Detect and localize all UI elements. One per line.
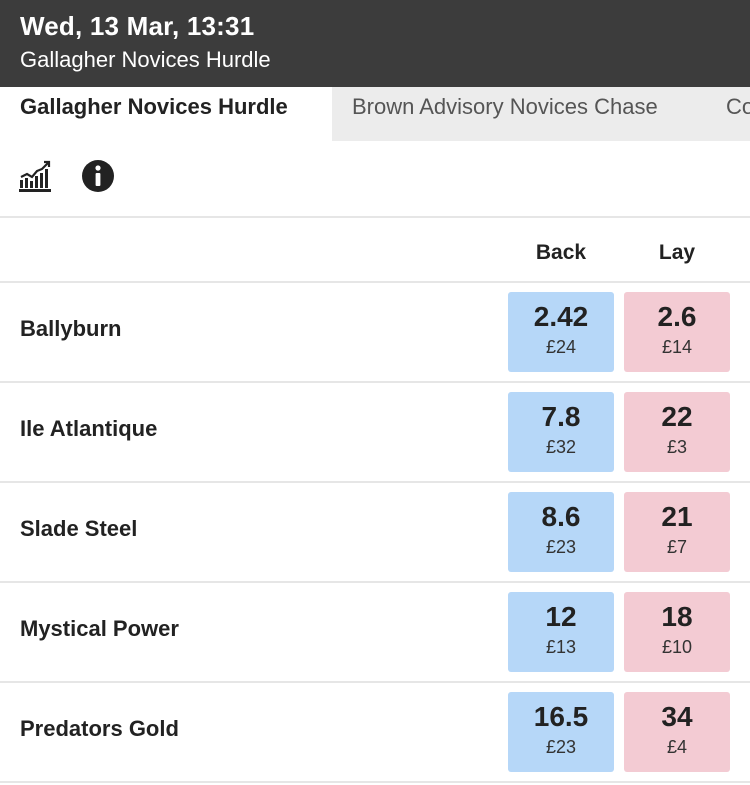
runner-row: Slade Steel 8.6 £23 21 £7 — [0, 483, 750, 583]
tab-gallagher-novices-hurdle[interactable]: Gallagher Novices Hurdle — [0, 87, 332, 141]
lay-odds-button[interactable]: 18 £10 — [624, 592, 730, 672]
runner-row: Mystical Power 12 £13 18 £10 — [0, 583, 750, 683]
event-race-name: Gallagher Novices Hurdle — [20, 47, 271, 72]
lay-odds-button[interactable]: 22 £3 — [624, 392, 730, 472]
lay-stake: £14 — [661, 337, 693, 357]
back-stake: £23 — [545, 737, 577, 757]
runner-name: Ile Atlantique — [20, 416, 158, 441]
lay-stake: £4 — [666, 737, 688, 757]
back-odds: 2.42 — [533, 301, 589, 332]
back-odds: 16.5 — [533, 701, 589, 732]
runner-name: Ballyburn — [20, 316, 122, 341]
runner-name: Mystical Power — [20, 616, 179, 641]
event-datetime: Wed, 13 Mar, 13:31 — [20, 11, 255, 41]
info-icon[interactable] — [80, 158, 116, 194]
lay-odds: 2.6 — [657, 301, 697, 332]
lay-stake: £10 — [661, 637, 693, 657]
runner-name: Predators Gold — [20, 716, 179, 741]
back-odds-button[interactable]: 7.8 £32 — [508, 392, 614, 472]
column-headers: Back Lay — [0, 218, 750, 283]
back-odds: 12 — [545, 601, 577, 632]
lay-odds-button[interactable]: 2.6 £14 — [624, 292, 730, 372]
lay-stake: £7 — [666, 537, 688, 557]
runner-row: Ballyburn 2.42 £24 2.6 £14 — [0, 283, 750, 383]
race-tabs: Gallagher Novices Hurdle Brown Advisory … — [0, 87, 750, 141]
back-stake: £23 — [545, 537, 577, 557]
runner-row: Ile Atlantique 7.8 £32 22 £3 — [0, 383, 750, 483]
lay-odds: 18 — [661, 601, 693, 632]
lay-stake: £3 — [666, 437, 688, 457]
back-odds-button[interactable]: 16.5 £23 — [508, 692, 614, 772]
runner-name: Slade Steel — [20, 516, 138, 541]
chart-icon[interactable] — [18, 158, 54, 194]
lay-odds-button[interactable]: 21 £7 — [624, 492, 730, 572]
tab-next-race[interactable]: Co — [726, 87, 750, 141]
tab-brown-advisory-novices-chase[interactable]: Brown Advisory Novices Chase — [352, 87, 658, 141]
lay-column-header: Lay — [658, 241, 696, 264]
back-odds-button[interactable]: 12 £13 — [508, 592, 614, 672]
back-odds-button[interactable]: 2.42 £24 — [508, 292, 614, 372]
lay-odds: 21 — [661, 501, 693, 532]
lay-odds-button[interactable]: 34 £4 — [624, 692, 730, 772]
back-stake: £13 — [545, 637, 577, 657]
market-toolbar — [0, 141, 750, 218]
back-column-header: Back — [535, 241, 587, 264]
back-stake: £24 — [545, 337, 577, 357]
back-odds: 7.8 — [541, 401, 581, 432]
back-odds: 8.6 — [541, 501, 581, 532]
lay-odds: 34 — [661, 701, 693, 732]
event-header: Wed, 13 Mar, 13:31 Gallagher Novices Hur… — [0, 0, 750, 87]
back-stake: £32 — [545, 437, 577, 457]
runner-row: Predators Gold 16.5 £23 34 £4 — [0, 683, 750, 783]
lay-odds: 22 — [661, 401, 693, 432]
back-odds-button[interactable]: 8.6 £23 — [508, 492, 614, 572]
